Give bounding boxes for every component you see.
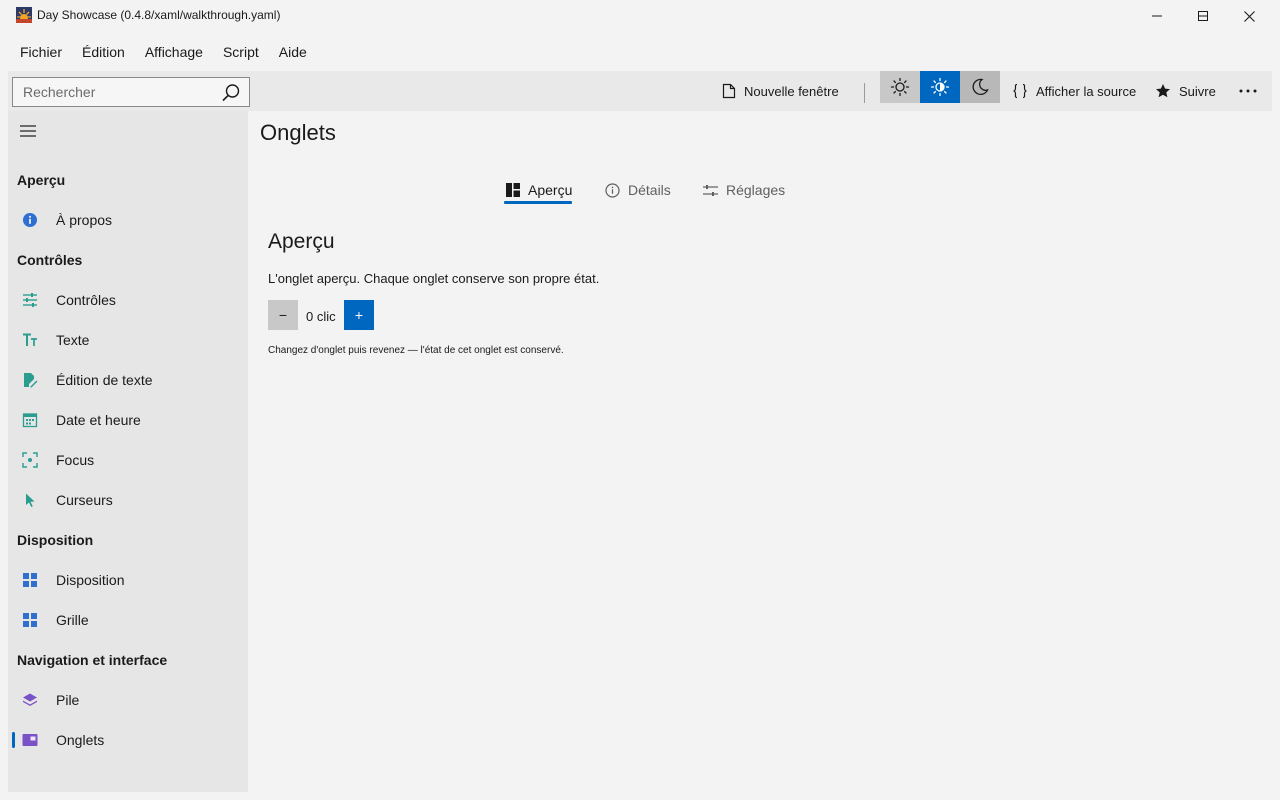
tab-details[interactable]: Détails xyxy=(605,178,671,202)
sidebar-item-disposition[interactable]: Disposition xyxy=(8,560,248,600)
sidebar-item-label: Disposition xyxy=(56,572,125,588)
sidebar-item-label: Grille xyxy=(56,612,89,628)
close-icon xyxy=(1243,10,1255,22)
edit-document-icon xyxy=(24,373,38,388)
page-title: Onglets xyxy=(260,120,336,145)
follow-button[interactable]: Suivre xyxy=(1155,71,1216,111)
focus-icon xyxy=(22,452,38,468)
sidebar-item-label: Contrôles xyxy=(56,292,116,308)
moon-icon xyxy=(972,78,989,96)
theme-high-contrast-button[interactable] xyxy=(920,71,960,103)
star-icon xyxy=(1156,84,1170,98)
calendar-icon xyxy=(22,413,38,428)
sliders-icon xyxy=(23,293,37,307)
cursor-icon xyxy=(26,493,35,507)
decrement-button[interactable]: − xyxy=(268,300,298,330)
tab-label: Réglages xyxy=(726,182,786,198)
menu-script[interactable]: Script xyxy=(213,38,269,66)
nav-header-disposition: Disposition xyxy=(17,532,94,548)
grid-icon xyxy=(23,613,37,627)
text-size-icon xyxy=(23,333,37,346)
app-logo-icon xyxy=(16,7,32,23)
sidebar-item-edition-de-texte[interactable]: Édition de texte xyxy=(8,360,248,400)
panel-title: Aperçu xyxy=(268,230,335,253)
menu-edition[interactable]: Édition xyxy=(72,38,135,66)
menu-affichage[interactable]: Affichage xyxy=(135,38,213,66)
dashboard-icon xyxy=(506,183,520,197)
selection-indicator xyxy=(12,732,15,748)
search-box xyxy=(12,77,250,107)
nav-header-navigation: Navigation et interface xyxy=(17,652,168,668)
sidebar-item-label: Pile xyxy=(56,692,80,708)
title-bar: Day Showcase (0.4.8/xaml/walkthrough.yam… xyxy=(0,0,1280,32)
sidebar-item-label: Date et heure xyxy=(56,412,141,428)
panel-description: L'onglet aperçu. Chaque onglet conserve … xyxy=(268,271,600,286)
toolbar: Nouvelle fenêtre xyxy=(8,71,1272,111)
sidebar-item-label: Curseurs xyxy=(56,492,113,508)
sidebar-item-grille[interactable]: Grille xyxy=(8,600,248,640)
maximize-icon xyxy=(1198,11,1208,21)
sidebar-item-label: Édition de texte xyxy=(56,372,153,388)
search-input[interactable] xyxy=(13,78,233,106)
hamburger-menu-icon[interactable] xyxy=(18,121,38,141)
layout-grid-icon xyxy=(23,573,37,587)
menu-bar: Fichier Édition Affichage Script Aide xyxy=(0,38,317,66)
sun-icon xyxy=(890,77,910,97)
active-tab-indicator xyxy=(504,201,572,204)
more-horizontal-icon xyxy=(1239,89,1257,93)
sidebar: Aperçu À propos Contrôles Contrôles Text… xyxy=(8,111,248,792)
tab-reglages[interactable]: Réglages xyxy=(703,178,785,202)
sidebar-item-texte[interactable]: Texte xyxy=(8,320,248,360)
contrast-sun-icon xyxy=(930,77,950,97)
click-count: 0 clic xyxy=(306,309,336,324)
view-source-button[interactable]: Afficher la source xyxy=(1012,71,1136,111)
panel-hint: Changez d'onglet puis revenez — l'état d… xyxy=(268,345,564,356)
toolbar-divider xyxy=(864,83,865,103)
sidebar-item-focus[interactable]: Focus xyxy=(8,440,248,480)
minimize-window-button[interactable] xyxy=(1134,0,1180,32)
code-braces-icon xyxy=(1013,83,1027,99)
sidebar-item-label: Texte xyxy=(56,332,90,348)
tab-label: Détails xyxy=(628,182,671,198)
settings-sliders-icon xyxy=(703,184,718,196)
sidebar-item-label: Onglets xyxy=(56,732,105,748)
window-title: Day Showcase (0.4.8/xaml/walkthrough.yam… xyxy=(37,8,281,22)
follow-label: Suivre xyxy=(1179,83,1216,99)
sidebar-item-label: Focus xyxy=(56,452,95,468)
maximize-window-button[interactable] xyxy=(1180,0,1226,32)
new-window-label: Nouvelle fenêtre xyxy=(744,83,839,99)
nav-header-apercu: Aperçu xyxy=(17,172,66,188)
nav-header-controles: Contrôles xyxy=(17,252,83,268)
view-source-label: Afficher la source xyxy=(1036,83,1137,99)
tab-label: Aperçu xyxy=(528,182,573,198)
tabs-icon xyxy=(22,734,38,746)
document-icon xyxy=(722,83,736,99)
sidebar-item-controles[interactable]: Contrôles xyxy=(8,280,248,320)
sidebar-item-curseurs[interactable]: Curseurs xyxy=(8,480,248,520)
close-window-button[interactable] xyxy=(1226,0,1272,32)
increment-button[interactable]: + xyxy=(344,300,374,330)
sidebar-item-label: À propos xyxy=(56,212,113,228)
menu-fichier[interactable]: Fichier xyxy=(10,38,72,66)
info-circle-icon xyxy=(605,182,620,198)
sidebar-item-onglets[interactable]: Onglets xyxy=(8,720,248,760)
theme-light-button[interactable] xyxy=(880,71,920,103)
theme-dark-button[interactable] xyxy=(960,71,1000,103)
search-icon[interactable] xyxy=(221,83,241,103)
info-icon xyxy=(23,213,37,227)
sidebar-item-pile[interactable]: Pile xyxy=(8,680,248,720)
more-options-button[interactable] xyxy=(1236,71,1260,111)
new-window-button[interactable]: Nouvelle fenêtre xyxy=(722,71,839,111)
stack-icon xyxy=(23,693,37,706)
tab-apercu[interactable]: Aperçu xyxy=(506,178,572,202)
minimize-icon xyxy=(1152,15,1162,17)
menu-aide[interactable]: Aide xyxy=(269,38,317,66)
sidebar-item-date-et-heure[interactable]: Date et heure xyxy=(8,400,248,440)
sidebar-item-a-propos[interactable]: À propos xyxy=(8,200,248,240)
